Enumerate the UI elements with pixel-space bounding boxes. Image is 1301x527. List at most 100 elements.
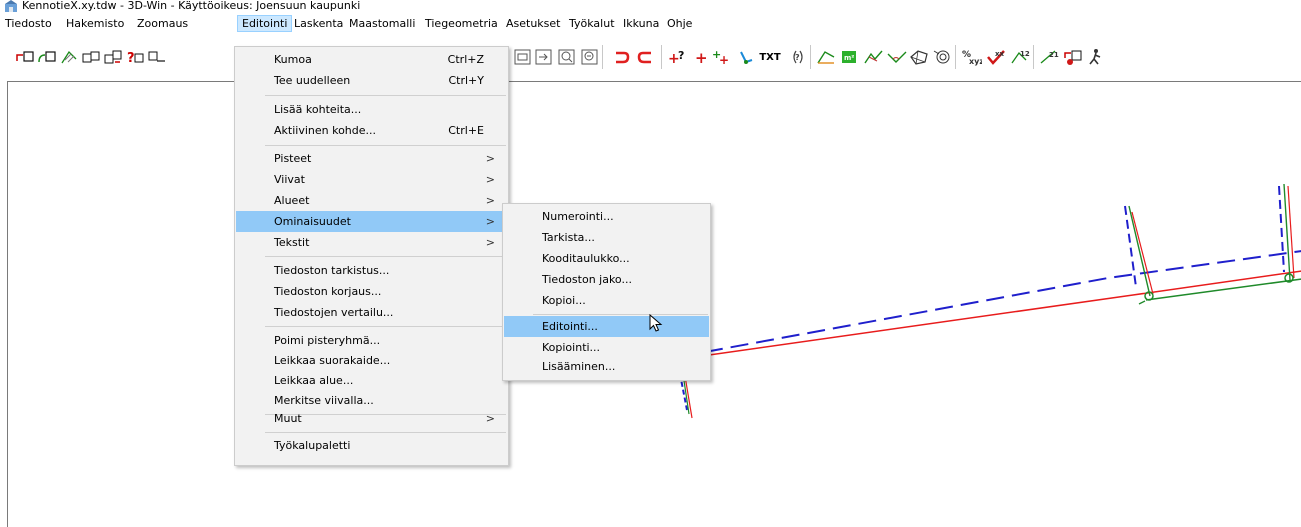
submenu-item-editointi[interactable]: Editointi...	[504, 316, 709, 337]
copy-point-icon[interactable]	[80, 46, 102, 68]
toolbar-separator	[810, 45, 811, 69]
menu-item-ominaisuudet[interactable]: Ominaisuudet >	[236, 211, 507, 232]
menu-item-label: Tarkista...	[542, 231, 595, 244]
menu-item-label: Numerointi...	[542, 210, 614, 223]
menu-item-lisaa-kohteita[interactable]: Lisää kohteita...	[236, 99, 507, 120]
scale-icon[interactable]: 12	[1009, 46, 1031, 68]
menu-item-leikkaa-suorakaide[interactable]: Leikkaa suorakaide...	[236, 350, 507, 371]
menu-item-tyokalupaletti[interactable]: Työkalupaletti	[236, 435, 507, 456]
redo-icon[interactable]	[635, 46, 657, 68]
submenu-item-numerointi[interactable]: Numerointi...	[504, 206, 709, 227]
menu-asetukset[interactable]: Asetukset	[502, 15, 565, 32]
submenu-item-lisaaminen[interactable]: Lisääminen...	[504, 356, 709, 377]
surface-icon[interactable]	[908, 46, 930, 68]
new-point-icon[interactable]	[14, 46, 36, 68]
title-bar: KennotieX.xy.tdw - 3D-Win - Käyttöoikeus…	[0, 0, 1301, 14]
spiral-icon[interactable]: ?	[787, 46, 809, 68]
menu-item-aktiivinen-kohde[interactable]: Aktiivinen kohde... Ctrl+E	[236, 120, 507, 141]
undo-icon[interactable]	[610, 46, 632, 68]
check-icon[interactable]: xx	[985, 46, 1007, 68]
menu-item-label: Kopiointi...	[542, 341, 601, 354]
submenu-item-tiedoston-jako[interactable]: Tiedoston jako...	[504, 269, 709, 290]
hatch-icon[interactable]	[58, 46, 80, 68]
menu-item-label: Tiedostojen vertailu...	[274, 306, 394, 319]
circle-icon[interactable]	[931, 46, 953, 68]
mouse-cursor-icon	[649, 314, 663, 332]
menu-separator	[265, 256, 506, 257]
svg-text:?: ?	[795, 53, 800, 62]
new-point-2-icon[interactable]	[36, 46, 58, 68]
add-point-icon[interactable]: +	[689, 46, 711, 68]
menu-ohje[interactable]: Ohje	[663, 15, 696, 32]
multi-point-icon[interactable]: + +	[711, 46, 733, 68]
area-icon[interactable]	[815, 46, 837, 68]
menu-zoomaus[interactable]: Zoomaus	[133, 15, 192, 32]
menu-item-label: Tiedoston korjaus...	[274, 285, 382, 298]
svg-text:+: +	[695, 49, 708, 66]
menu-item-label: Editointi...	[542, 320, 598, 333]
line-tool-icon[interactable]	[734, 46, 756, 68]
svg-text:?: ?	[127, 51, 135, 65]
menu-bar: Tiedosto Hakemisto Zoomaus Editointi Las…	[0, 15, 1301, 32]
menu-item-tiedoston-tarkistus[interactable]: Tiedoston tarkistus...	[236, 260, 507, 281]
move-point-icon[interactable]	[102, 46, 124, 68]
profile-icon[interactable]	[863, 46, 885, 68]
menu-item-label: Muut	[274, 412, 302, 425]
zoom-out-icon[interactable]	[579, 46, 601, 68]
submenu-item-kopiointi[interactable]: Kopiointi...	[504, 337, 709, 358]
menu-item-pisteet[interactable]: Pisteet >	[236, 148, 507, 169]
menu-editointi[interactable]: Editointi	[237, 15, 293, 32]
menu-item-muut[interactable]: Muut >	[236, 408, 507, 429]
point-arrow-icon[interactable]	[146, 46, 168, 68]
menu-item-leikkaa-alue[interactable]: Leikkaa alue...	[236, 370, 507, 391]
coordinate-icon[interactable]: 21	[1038, 46, 1060, 68]
zoom-window-icon[interactable]	[512, 46, 534, 68]
menu-hakemisto[interactable]: Hakemisto	[62, 15, 128, 32]
measure-icon[interactable]: m²	[839, 46, 861, 68]
menu-item-label: Tiedoston tarkistus...	[274, 264, 390, 277]
menu-item-label: Poimi pisteryhmä...	[274, 334, 381, 347]
menu-item-kumoa[interactable]: Kumoa Ctrl+Z	[236, 49, 507, 70]
editointi-menu: Kumoa Ctrl+Z Tee uudelleen Ctrl+Y Lisää ko…	[234, 46, 509, 466]
menu-item-label: Työkalupaletti	[274, 439, 351, 452]
menu-item-alueet[interactable]: Alueet >	[236, 190, 507, 211]
transfer-icon[interactable]	[1062, 46, 1084, 68]
menu-laskenta[interactable]: Laskenta	[290, 15, 347, 32]
menu-item-label: Tiedoston jako...	[542, 273, 632, 286]
submenu-item-tarkista[interactable]: Tarkista...	[504, 227, 709, 248]
angle-icon[interactable]	[886, 46, 908, 68]
toolbar-separator	[661, 45, 662, 69]
chevron-right-icon: >	[485, 173, 495, 186]
menu-item-label: Kopioi...	[542, 294, 586, 307]
zoom-in-icon[interactable]	[556, 46, 578, 68]
menu-item-label: Tee uudelleen	[274, 74, 351, 87]
svg-text:m²: m²	[844, 54, 854, 62]
menu-maastomalli[interactable]: Maastomalli	[345, 15, 419, 32]
walker-icon[interactable]	[1084, 46, 1106, 68]
chevron-right-icon: >	[485, 236, 495, 249]
menu-item-tekstit[interactable]: Tekstit >	[236, 232, 507, 253]
percent-icon[interactable]: % xyz	[960, 46, 982, 68]
zoom-next-icon[interactable]	[533, 46, 555, 68]
svg-text:?: ?	[678, 49, 684, 62]
menu-item-tiedoston-korjaus[interactable]: Tiedoston korjaus...	[236, 281, 507, 302]
menu-ikkuna[interactable]: Ikkuna	[619, 15, 663, 32]
menu-tiegeometria[interactable]: Tiegeometria	[421, 15, 502, 32]
menu-item-label: Pisteet	[274, 152, 312, 165]
chevron-right-icon: >	[485, 215, 495, 228]
menu-item-tee-uudelleen[interactable]: Tee uudelleen Ctrl+Y	[236, 70, 507, 91]
chevron-right-icon: >	[485, 152, 495, 165]
submenu-item-kopioi[interactable]: Kopioi...	[504, 290, 709, 311]
ominaisuudet-submenu: Numerointi... Tarkista... Kooditaulukko.…	[502, 203, 711, 381]
menu-tyokalut[interactable]: Työkalut	[565, 15, 619, 32]
menu-item-label: Tekstit	[274, 236, 310, 249]
menu-tiedosto[interactable]: Tiedosto	[1, 15, 56, 32]
menu-item-viivat[interactable]: Viivat >	[236, 169, 507, 190]
submenu-item-kooditaulukko[interactable]: Kooditaulukko...	[504, 248, 709, 269]
menu-item-tiedostojen-vertailu[interactable]: Tiedostojen vertailu...	[236, 302, 507, 323]
menu-separator	[265, 432, 506, 433]
text-tool-button[interactable]: TXT	[756, 46, 784, 68]
point-query-icon[interactable]: +?	[667, 46, 689, 68]
help-point-icon[interactable]: ?	[124, 46, 146, 68]
menu-item-poimi-pisteryhma[interactable]: Poimi pisteryhmä...	[236, 330, 507, 351]
